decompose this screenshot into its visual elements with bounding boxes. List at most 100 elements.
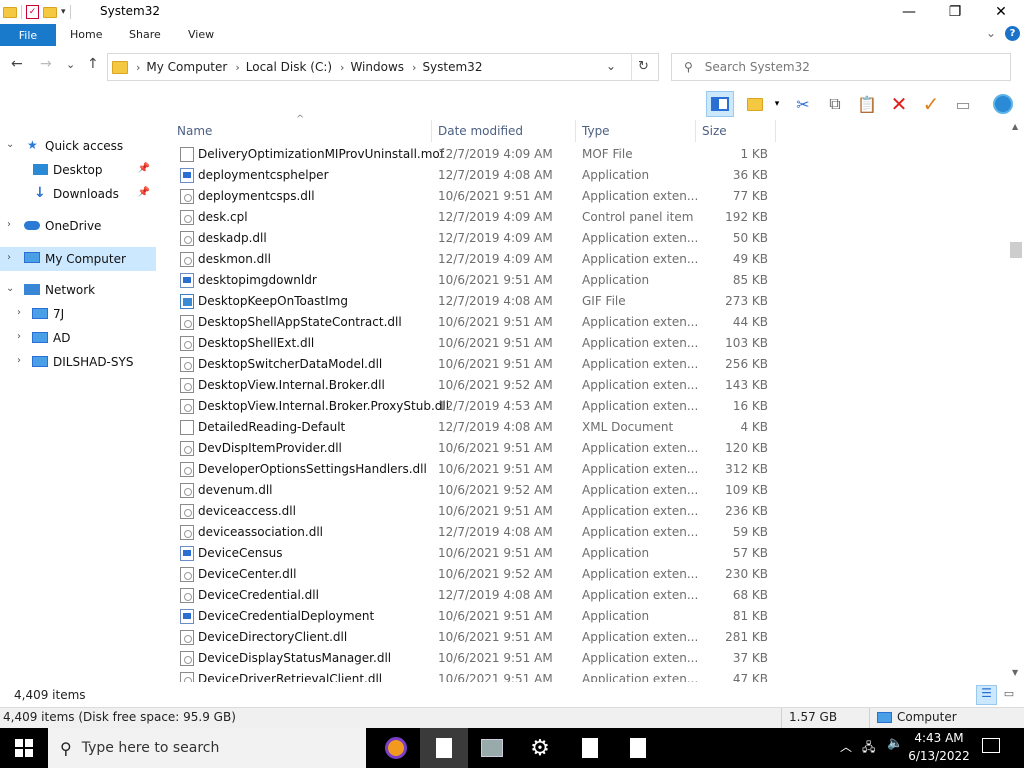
file-row[interactable]: DesktopShellAppStateContract.dll 10/6/202… (170, 312, 1010, 333)
address-dropdown-icon[interactable]: ⌄ (606, 59, 616, 73)
breadcrumb-separator[interactable]: › (340, 61, 344, 74)
sidebar-item-dilshad-sys[interactable]: › DILSHAD-SYS (0, 351, 156, 373)
file-row[interactable]: DeveloperOptionsSettingsHandlers.dll 10/6… (170, 459, 1010, 480)
file-row[interactable]: DeliveryOptimizationMIProvUninstall.mof 1… (170, 144, 1010, 165)
properties-icon[interactable]: ✓ (26, 5, 39, 19)
close-button[interactable]: ✕ (978, 0, 1024, 24)
start-button[interactable] (0, 728, 48, 768)
file-row[interactable]: deviceaccess.dll 10/6/2021 9:51 AM Applica… (170, 501, 1010, 522)
tab-view[interactable]: View (188, 28, 214, 41)
recent-locations-button[interactable]: ⌄ (66, 58, 75, 71)
maximize-button[interactable]: ❐ (932, 0, 978, 24)
file-row[interactable]: DesktopKeepOnToastImg 12/7/2019 4:08 AM GI… (170, 291, 1010, 312)
cut-icon[interactable]: ✂ (792, 93, 814, 115)
tab-file[interactable]: File (0, 24, 56, 46)
clock-time[interactable]: 4:43 AM (908, 731, 970, 745)
breadcrumb-separator[interactable]: › (235, 61, 239, 74)
back-button[interactable]: ← (11, 56, 23, 72)
tab-home[interactable]: Home (70, 28, 102, 41)
sidebar-item-network[interactable]: ⌄ Network (0, 279, 156, 301)
file-row[interactable]: deviceassociation.dll 12/7/2019 4:08 AM Ap… (170, 522, 1010, 543)
new-folder-icon[interactable] (43, 6, 57, 18)
file-row[interactable]: devenum.dll 10/6/2021 9:52 AM Application … (170, 480, 1010, 501)
expand-ribbon-icon[interactable]: ⌄ (986, 26, 996, 40)
breadcrumb-separator[interactable]: › (136, 61, 140, 74)
taskbar-app-document[interactable] (614, 728, 662, 768)
file-row[interactable]: DeviceDirectoryClient.dll 10/6/2021 9:51 … (170, 627, 1010, 648)
notifications-icon[interactable] (982, 738, 1000, 753)
details-view-icon[interactable]: ☰ (976, 685, 997, 705)
taskbar-search-input[interactable]: ⚲ Type here to search (48, 728, 366, 768)
sidebar-item-quick-access[interactable]: ⌄ ★ Quick access (0, 135, 156, 157)
pin-icon[interactable]: 📌 (138, 163, 150, 174)
file-row[interactable]: DesktopShellExt.dll 10/6/2021 9:51 AM Appl… (170, 333, 1010, 354)
scroll-up-icon[interactable]: ▲ (1012, 122, 1018, 131)
up-button[interactable]: ↑ (87, 56, 99, 72)
file-row[interactable]: DeviceCredential.dll 12/7/2019 4:08 AM App… (170, 585, 1010, 606)
breadcrumb-local-disk[interactable]: Local Disk (C:) (246, 60, 332, 74)
chevron-down-icon[interactable]: ⌄ (6, 283, 14, 294)
file-row[interactable]: DeviceCenter.dll 10/6/2021 9:52 AM Applica… (170, 564, 1010, 585)
taskbar-app-browser[interactable] (372, 728, 420, 768)
copy-icon[interactable]: ⧉ (824, 93, 846, 115)
chevron-right-icon[interactable]: › (17, 331, 21, 342)
taskbar-app-computer[interactable] (468, 728, 516, 768)
taskbar-app-settings[interactable]: ⚙ (516, 728, 564, 768)
sidebar-item-my-computer[interactable]: › My Computer (0, 247, 156, 271)
file-row[interactable]: desk.cpl 12/7/2019 4:09 AM Control panel i… (170, 207, 1010, 228)
breadcrumb-my-computer[interactable]: My Computer (146, 60, 227, 74)
sidebar-item-downloads[interactable]: ↓ Downloads 📌 (0, 183, 156, 205)
minimize-button[interactable]: — (886, 0, 932, 24)
chevron-right-icon[interactable]: › (7, 252, 11, 263)
file-row[interactable]: DeviceCensus 10/6/2021 9:51 AM Application… (170, 543, 1010, 564)
file-row[interactable]: DeviceCredentialDeployment 10/6/2021 9:51… (170, 606, 1010, 627)
column-type[interactable]: Type (576, 120, 696, 142)
column-name[interactable]: Name ^ (170, 114, 432, 142)
file-row[interactable]: DetailedReading-Default 12/7/2019 4:08 AM… (170, 417, 1010, 438)
properties-icon[interactable]: ▭ (952, 93, 974, 115)
network-globe-icon[interactable] (992, 93, 1014, 115)
file-row[interactable]: DevDispItemProvider.dll 10/6/2021 9:51 AM… (170, 438, 1010, 459)
file-row[interactable]: deskmon.dll 12/7/2019 4:09 AM Application … (170, 249, 1010, 270)
file-row[interactable]: desktopimgdownldr 10/6/2021 9:51 AM Applic… (170, 270, 1010, 291)
file-row[interactable]: deskadp.dll 12/7/2019 4:09 AM Application … (170, 228, 1010, 249)
sidebar-item-ad[interactable]: › AD (0, 327, 156, 349)
paste-icon[interactable]: 📋 (856, 93, 878, 115)
chevron-right-icon[interactable]: › (17, 355, 21, 366)
forward-button[interactable]: → (40, 56, 52, 72)
breadcrumb-windows[interactable]: Windows (350, 60, 404, 74)
chevron-right-icon[interactable]: › (17, 307, 21, 318)
large-icons-view-icon[interactable]: ▭ (1000, 687, 1018, 703)
pin-icon[interactable]: 📌 (138, 187, 150, 198)
rename-icon[interactable]: ✓ (920, 92, 942, 116)
sidebar-item-onedrive[interactable]: › OneDrive (0, 215, 156, 237)
clock-date[interactable]: 6/13/2022 (908, 749, 970, 763)
file-row[interactable]: deploymentcsphelper 12/7/2019 4:08 AM Appl… (170, 165, 1010, 186)
column-size[interactable]: Size (696, 120, 776, 142)
tab-share[interactable]: Share (129, 28, 161, 41)
preview-pane-icon[interactable] (706, 91, 734, 117)
vertical-scrollbar[interactable]: ▲ ▼ (1008, 120, 1024, 685)
file-row[interactable]: DesktopView.Internal.Broker.dll 10/6/2021… (170, 375, 1010, 396)
breadcrumb-system32[interactable]: System32 (422, 60, 482, 74)
column-date-modified[interactable]: Date modified (432, 120, 576, 142)
view-dropdown-icon[interactable]: ▾ (766, 93, 788, 115)
new-folder-icon[interactable] (744, 93, 766, 115)
sidebar-item-7j[interactable]: › 7J (0, 303, 156, 325)
scroll-down-icon[interactable]: ▼ (1012, 668, 1018, 677)
taskbar-app-document[interactable] (420, 728, 468, 768)
network-status-icon[interactable]: 🖧 (862, 738, 875, 759)
taskbar-app-document[interactable] (566, 728, 614, 768)
chevron-right-icon[interactable]: › (7, 219, 11, 230)
breadcrumb-separator[interactable]: › (412, 61, 416, 74)
file-row[interactable]: DeviceDisplayStatusManager.dll 10/6/2021 … (170, 648, 1010, 669)
help-icon[interactable]: ? (1005, 26, 1020, 41)
delete-icon[interactable]: ✕ (888, 92, 910, 116)
chevron-down-icon[interactable]: ⌄ (6, 139, 14, 150)
sidebar-item-desktop[interactable]: Desktop 📌 (0, 159, 156, 181)
address-bar[interactable]: › My Computer › Local Disk (C:) › Window… (107, 53, 659, 81)
file-row[interactable]: DesktopView.Internal.Broker.ProxyStub.dl… (170, 396, 1010, 417)
file-row[interactable]: DeviceDriverRetrievalClient.dll 10/6/2021… (170, 669, 1010, 682)
chevron-up-icon[interactable]: ︿ (840, 738, 852, 755)
file-row[interactable]: deploymentcsps.dll 10/6/2021 9:51 AM Appli… (170, 186, 1010, 207)
